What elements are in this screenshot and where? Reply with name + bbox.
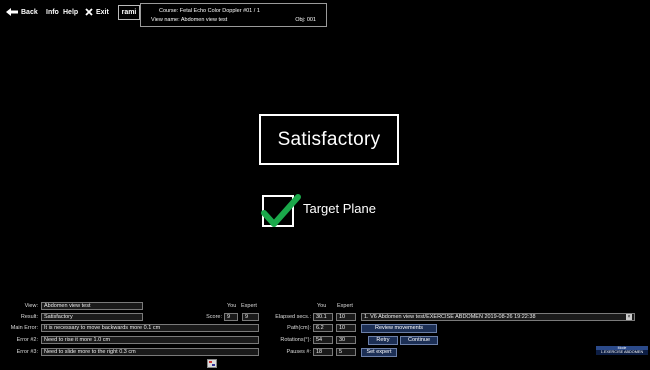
- error2-field: Need to rise it more 1.0 cm: [41, 336, 259, 344]
- score-you: 9: [224, 313, 238, 321]
- path-label: Path(cm):: [287, 325, 311, 331]
- error3-label: Error #3:: [16, 349, 38, 355]
- error2-label: Error #2:: [16, 337, 38, 343]
- results-panel: View: Abdomen view test Result: Satisfac…: [0, 298, 650, 358]
- rotations-expert: 30: [336, 336, 356, 344]
- info-button[interactable]: Info: [46, 5, 59, 19]
- path-you: 6.2: [313, 324, 333, 332]
- set-expert-button[interactable]: Set expert: [361, 348, 397, 357]
- app-icon[interactable]: [207, 359, 217, 368]
- close-icon: [85, 8, 93, 16]
- mode-indicator: Mode 1.EXERCISE ABDOMEN: [596, 346, 648, 356]
- rotations-label: Rotations(°):: [280, 337, 311, 343]
- back-button[interactable]: Back: [6, 5, 38, 19]
- stats-you-header: You: [317, 303, 327, 309]
- session-record-field[interactable]: 1. V6 Abdomen view test/EXERCISE ABDOMEN…: [361, 313, 635, 321]
- view-label: View:: [24, 303, 38, 309]
- back-arrow-icon: [6, 8, 18, 16]
- elapsed-expert: 10: [336, 313, 356, 321]
- help-label: Help: [63, 8, 79, 16]
- score-you-header: You: [227, 303, 237, 309]
- result-label: Result:: [20, 314, 38, 320]
- rotations-you: 54: [313, 336, 333, 344]
- checkmark-icon: [261, 194, 301, 227]
- course-name: Course: Fetal Echo Color Doppler #01 / 1: [159, 8, 260, 14]
- session-record-text: 1. V6 Abdomen view test/EXERCISE ABDOMEN…: [364, 314, 536, 320]
- score-expert-header: Expert: [241, 303, 257, 309]
- stats-expert-header: Expert: [337, 303, 353, 309]
- exit-label: Exit: [96, 8, 109, 16]
- review-movements-button[interactable]: Review movements: [361, 324, 437, 333]
- result-title: Satisfactory: [259, 114, 399, 165]
- result-field: Satisfactory: [41, 313, 143, 321]
- elapsed-you: 30.1: [313, 313, 333, 321]
- score-expert: 9: [242, 313, 259, 321]
- objective-id: Obj: 001: [295, 17, 316, 23]
- top-toolbar: Back Info Help Exit rami Course: Fetal E…: [0, 0, 650, 27]
- retry-button[interactable]: Retry: [368, 336, 398, 345]
- score-label: Score:: [206, 314, 222, 320]
- view-name: View name: Abdomen view test: [151, 17, 228, 23]
- pauses-you: 18: [313, 348, 333, 356]
- target-plane-label: Target Plane: [303, 201, 376, 216]
- exit-button[interactable]: Exit: [85, 5, 109, 19]
- view-field: Abdomen view test: [41, 302, 143, 310]
- pauses-expert: 5: [336, 348, 356, 356]
- target-plane-indicator: Target Plane: [261, 190, 402, 230]
- continue-button[interactable]: Continue: [400, 336, 438, 345]
- main-error-label: Main Error:: [10, 325, 38, 331]
- target-plane-checkbox: [261, 194, 301, 227]
- back-label: Back: [21, 8, 38, 16]
- pauses-label: Pauses #:: [286, 349, 311, 355]
- close-record-icon[interactable]: ×: [626, 314, 632, 320]
- mode-value: 1.EXERCISE ABDOMEN: [596, 350, 648, 355]
- path-expert: 10: [336, 324, 356, 332]
- user-name: rami: [118, 5, 140, 20]
- info-label: Info: [46, 8, 59, 16]
- help-button[interactable]: Help: [63, 5, 78, 19]
- elapsed-label: Elapsed secs.:: [275, 314, 311, 320]
- error3-field: Need to slide more to the right 0.3 cm: [41, 348, 259, 356]
- main-error-field: It is necessary to move backwards more 0…: [41, 324, 259, 332]
- course-info-box: Course: Fetal Echo Color Doppler #01 / 1…: [140, 3, 327, 27]
